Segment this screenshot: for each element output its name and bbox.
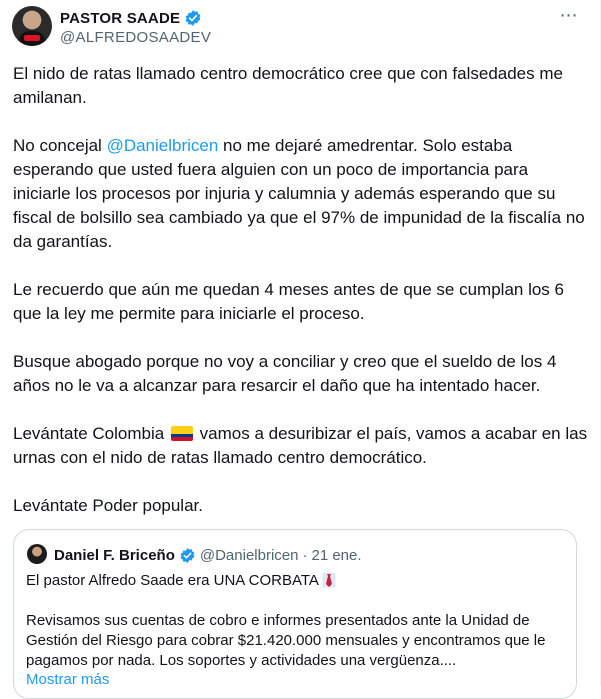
tweet-paragraph-5: Levántate Colombia vamos a desuribizar e…	[13, 422, 588, 470]
tweet: PASTOR SAADE @ALFREDOSAADEV ⋯ El nido de…	[0, 0, 601, 699]
quoted-author-name[interactable]: Daniel F. Briceño	[54, 547, 175, 564]
tweet-paragraph-1: El nido de ratas llamado centro democrát…	[13, 64, 563, 107]
colombia-flag-icon	[170, 426, 193, 441]
quoted-author-handle[interactable]: @Danielbricen	[200, 547, 299, 564]
quoted-header: Daniel F. Briceño @Danielbricen · 21 ene…	[54, 545, 362, 565]
quoted-tweet[interactable]: Daniel F. Briceño @Danielbricen · 21 ene…	[13, 529, 577, 699]
tweet-paragraph-2: No concejal @Danielbricen no me dejaré a…	[13, 134, 588, 254]
tweet-paragraph-4: Busque abogado porque no voy a conciliar…	[13, 352, 557, 395]
author-name[interactable]: PASTOR SAADE	[60, 10, 180, 27]
text-segment: Levántate Colombia	[13, 424, 169, 443]
quoted-date[interactable]: 21 ene.	[311, 547, 361, 564]
quoted-title: El pastor Alfredo Saade era UNA CORBATA	[26, 571, 336, 591]
avatar-badge	[24, 35, 40, 41]
verified-badge-icon	[185, 10, 201, 26]
necktie-emoji-icon	[322, 572, 336, 588]
tweet-paragraph-3: Le recuerdo que aún me quedan 4 meses an…	[13, 280, 564, 323]
quoted-author-avatar[interactable]	[27, 544, 47, 564]
author-handle[interactable]: @ALFREDOSAADEV	[60, 29, 211, 46]
text-segment: No concejal	[13, 136, 107, 155]
separator-dot: ·	[302, 546, 308, 564]
author-avatar[interactable]	[12, 6, 52, 46]
author-name-row: PASTOR SAADE	[60, 8, 202, 28]
quoted-title-text: El pastor Alfredo Saade era UNA CORBATA	[26, 572, 319, 589]
show-more-link[interactable]: Mostrar más	[26, 670, 109, 690]
more-options-icon[interactable]: ⋯	[558, 6, 580, 28]
tweet-paragraph-6: Levántate Poder popular.	[13, 496, 203, 515]
tweet-text: El nido de ratas llamado centro democrát…	[13, 62, 588, 518]
quoted-text: Revisamos sus cuentas de cobro e informe…	[26, 612, 546, 669]
mention-link[interactable]: @Danielbricen	[107, 136, 219, 155]
verified-badge-icon	[180, 547, 195, 563]
